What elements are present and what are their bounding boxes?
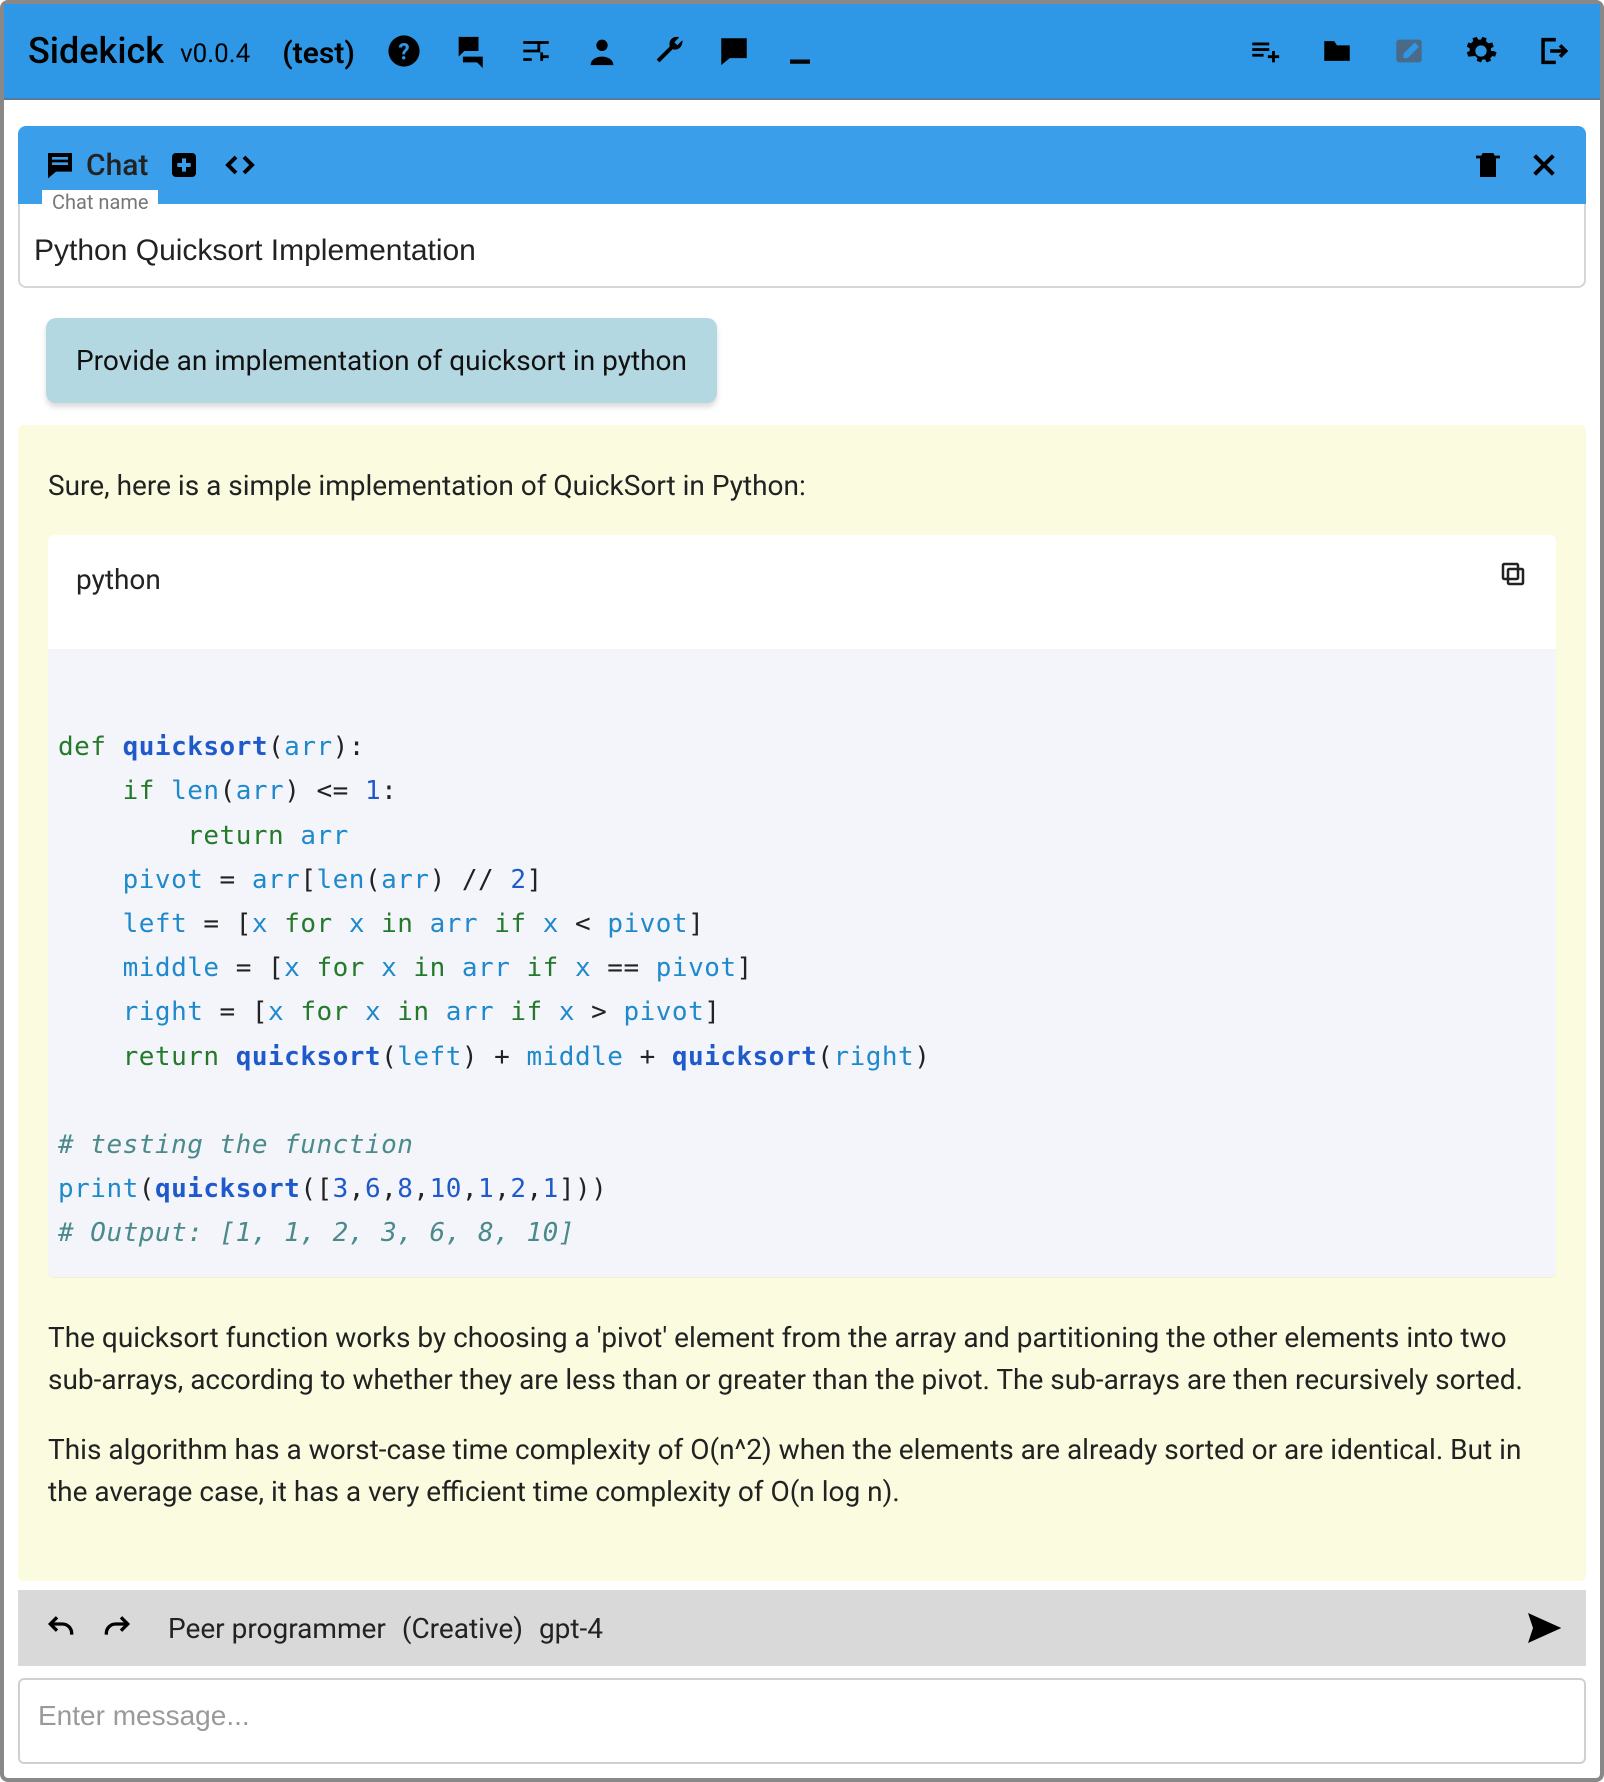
app-name: Sidekick — [28, 30, 164, 72]
trash-icon[interactable] — [1468, 145, 1508, 185]
wrench-icon[interactable] — [645, 28, 691, 74]
assistant-intro: Sure, here is a simple implementation of… — [48, 465, 1556, 507]
mode-label[interactable]: (Creative) — [402, 1612, 523, 1645]
code-icon[interactable] — [220, 145, 260, 185]
app-bar: Sidekick v0.0.4 (test) ? — [4, 4, 1600, 100]
note-edit-icon[interactable] — [1386, 28, 1432, 74]
copy-code-icon[interactable] — [1498, 559, 1528, 601]
composer-toolbar: Peer programmer (Creative) gpt-4 — [18, 1590, 1586, 1666]
assistant-message: Sure, here is a simple implementation of… — [18, 425, 1586, 1581]
assistant-para-2: This algorithm has a worst-case time com… — [48, 1429, 1556, 1513]
chat-name-input[interactable] — [34, 234, 1570, 268]
folder-icon[interactable] — [1314, 28, 1360, 74]
app-version: v0.0.4 — [180, 39, 250, 69]
chat-name-legend: Chat name — [42, 190, 158, 214]
help-icon[interactable]: ? — [381, 28, 427, 74]
chat-bubbles-icon[interactable] — [447, 28, 493, 74]
comment-icon[interactable] — [711, 28, 757, 74]
message-input[interactable] — [38, 1700, 1566, 1732]
composer — [18, 1678, 1586, 1764]
code-language-label: python — [76, 559, 161, 601]
new-chat-icon[interactable] — [164, 145, 204, 185]
chat-list-icon[interactable] — [40, 145, 80, 185]
code-block[interactable]: def quicksort(arr): if len(arr) <= 1: re… — [48, 649, 1556, 1277]
send-icon[interactable] — [1520, 1605, 1566, 1651]
persona-label[interactable]: Peer programmer — [168, 1612, 386, 1645]
undo-icon[interactable] — [38, 1605, 84, 1651]
logout-icon[interactable] — [1530, 28, 1576, 74]
person-icon[interactable] — [579, 28, 625, 74]
assistant-para-1: The quicksort function works by choosing… — [48, 1317, 1556, 1401]
minimize-icon[interactable] — [777, 28, 823, 74]
chat-header-bar: Chat — [18, 126, 1586, 204]
chat-name-field: Chat name — [18, 204, 1586, 288]
user-message[interactable]: Provide an implementation of quicksort i… — [46, 318, 717, 403]
svg-text:?: ? — [398, 39, 409, 66]
redo-icon[interactable] — [94, 1605, 140, 1651]
chat-header-label: Chat — [86, 148, 148, 183]
conversation-scroll[interactable]: Provide an implementation of quicksort i… — [4, 296, 1600, 1590]
app-env: (test) — [282, 36, 355, 71]
code-card: python def quicksort(arr): if len(arr) <… — [48, 535, 1556, 1277]
gear-icon[interactable] — [1458, 28, 1504, 74]
close-icon[interactable] — [1524, 145, 1564, 185]
tune-icon[interactable] — [513, 28, 559, 74]
playlist-add-icon[interactable] — [1242, 28, 1288, 74]
model-label[interactable]: gpt-4 — [539, 1612, 603, 1645]
